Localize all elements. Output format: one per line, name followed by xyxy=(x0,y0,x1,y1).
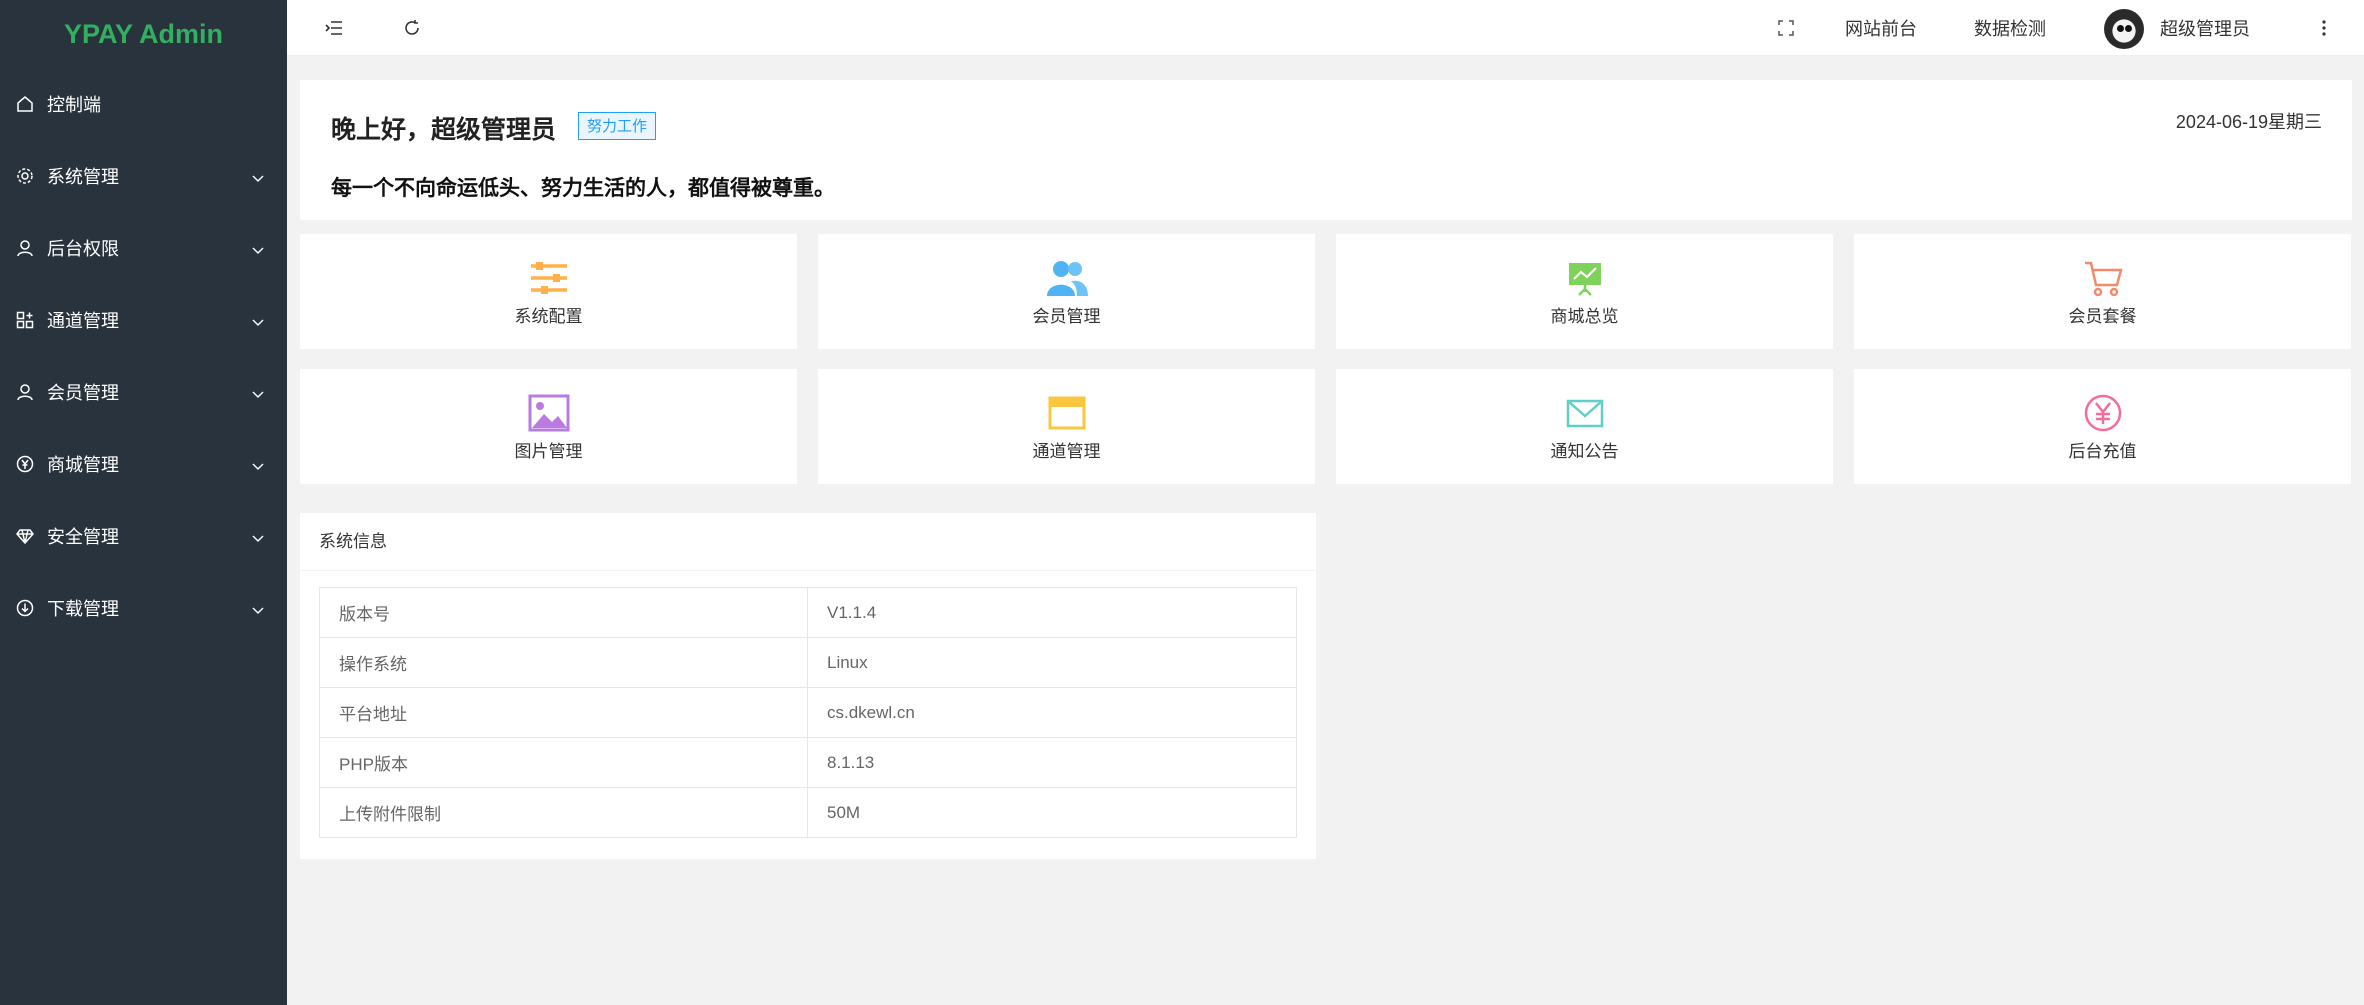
welcome-card: 晚上好，超级管理员 努力工作 2024-06-19星期三 每一个不向命运低头、努… xyxy=(300,80,2352,220)
user-icon xyxy=(16,383,34,401)
diamond-icon xyxy=(16,527,34,545)
info-key: 平台地址 xyxy=(319,687,808,738)
quick-link-label: 图片管理 xyxy=(514,442,583,462)
info-key: 上传附件限制 xyxy=(319,787,808,838)
sliders-icon xyxy=(527,260,571,296)
quick-link-label: 会员管理 xyxy=(1032,307,1101,327)
quick-link-channels[interactable]: 通道管理 xyxy=(818,369,1315,484)
sidebar-menu: 控制端 系统管理 后台权限 通道管理 会员管理 商城管理 安全管理 下载管理 xyxy=(0,68,287,644)
quick-link-label: 商城总览 xyxy=(1550,307,1619,327)
user-icon xyxy=(16,239,34,257)
refresh-button[interactable] xyxy=(397,0,427,56)
table-row: 版本号 V1.1.4 xyxy=(319,587,1297,638)
quick-link-label: 会员套餐 xyxy=(2068,307,2137,327)
app-logo[interactable]: YPAY Admin xyxy=(0,0,287,68)
sidebar-item-shop[interactable]: 商城管理 xyxy=(0,428,287,500)
yen-circle-icon xyxy=(16,455,34,473)
browser-window-icon xyxy=(1045,395,1089,431)
menu-collapse-button[interactable] xyxy=(319,0,349,56)
table-row: 平台地址 cs.dkewl.cn xyxy=(319,687,1297,738)
sidebar-item-label: 商城管理 xyxy=(47,455,119,476)
sidebar-item-permissions[interactable]: 后台权限 xyxy=(0,212,287,284)
data-check-link[interactable]: 数据检测 xyxy=(1974,0,2046,56)
cart-icon xyxy=(2081,260,2125,297)
download-circle-icon xyxy=(16,599,34,617)
chevron-down-icon xyxy=(251,313,265,327)
greeting-text: 晚上好，超级管理员 xyxy=(331,115,557,144)
sidebar-item-downloads[interactable]: 下载管理 xyxy=(0,572,287,644)
quick-link-recharge[interactable]: 后台充值 xyxy=(1854,369,2351,484)
avatar[interactable] xyxy=(2104,9,2144,49)
status-badge: 努力工作 xyxy=(578,112,657,140)
sidebar-item-label: 通道管理 xyxy=(47,311,119,332)
quick-link-label: 通知公告 xyxy=(1550,442,1619,462)
sidebar-item-members[interactable]: 会员管理 xyxy=(0,356,287,428)
chevron-down-icon xyxy=(251,529,265,543)
sidebar-item-channels[interactable]: 通道管理 xyxy=(0,284,287,356)
info-value: 50M xyxy=(807,787,1297,838)
quick-link-system-config[interactable]: 系统配置 xyxy=(300,234,797,349)
sidebar-item-label: 会员管理 xyxy=(47,383,119,404)
panel-title: 系统信息 xyxy=(300,513,1316,571)
yen-circle-icon xyxy=(2081,394,2125,432)
quick-link-shop-overview[interactable]: 商城总览 xyxy=(1336,234,1833,349)
gear-icon xyxy=(16,167,34,185)
info-value: cs.dkewl.cn xyxy=(807,687,1297,738)
sidebar-item-label: 系统管理 xyxy=(47,167,119,188)
frontend-link[interactable]: 网站前台 xyxy=(1845,0,1917,56)
chevron-down-icon xyxy=(251,385,265,399)
indent-icon xyxy=(325,21,342,35)
sidebar-item-label: 后台权限 xyxy=(47,239,119,260)
mail-icon xyxy=(1563,395,1607,431)
info-key: 版本号 xyxy=(319,587,808,638)
apps-icon xyxy=(16,311,34,329)
sidebar-item-label: 控制端 xyxy=(47,95,101,116)
chevron-down-icon xyxy=(251,457,265,471)
sidebar-item-label: 下载管理 xyxy=(47,599,119,620)
system-info-table: 版本号 V1.1.4 操作系统 Linux 平台地址 cs.dkewl.cn P… xyxy=(319,587,1297,838)
user-menu-name[interactable]: 超级管理员 xyxy=(2160,0,2250,56)
chevron-down-icon xyxy=(251,601,265,615)
quick-link-member-plans[interactable]: 会员套餐 xyxy=(1854,234,2351,349)
presentation-icon xyxy=(1563,260,1607,296)
sidebar-item-security[interactable]: 安全管理 xyxy=(0,500,287,572)
table-row: PHP版本 8.1.13 xyxy=(319,737,1297,788)
quick-link-members[interactable]: 会员管理 xyxy=(818,234,1315,349)
chevron-down-icon xyxy=(251,169,265,183)
more-button[interactable] xyxy=(2309,0,2339,56)
quick-link-notices[interactable]: 通知公告 xyxy=(1336,369,1833,484)
table-row: 上传附件限制 50M xyxy=(319,787,1297,838)
current-date: 2024-06-19星期三 xyxy=(2175,112,2322,132)
quick-link-label: 通道管理 xyxy=(1032,442,1101,462)
fullscreen-button[interactable] xyxy=(1771,0,1801,56)
fullscreen-icon xyxy=(1778,20,1794,36)
info-value: 8.1.13 xyxy=(807,737,1297,788)
sidebar: YPAY Admin 控制端 系统管理 后台权限 通道管理 会员管理 商城管理 … xyxy=(0,0,287,1005)
info-key: 操作系统 xyxy=(319,637,808,688)
sidebar-item-label: 安全管理 xyxy=(47,527,119,548)
users-icon xyxy=(1045,260,1089,296)
quick-link-images[interactable]: 图片管理 xyxy=(300,369,797,484)
system-info-panel: 系统信息 版本号 V1.1.4 操作系统 Linux 平台地址 cs.dkewl… xyxy=(300,513,1316,859)
top-header: 网站前台 数据检测 超级管理员 xyxy=(287,0,2364,56)
info-value: V1.1.4 xyxy=(807,587,1297,638)
motto-text: 每一个不向命运低头、努力生活的人，都值得被尊重。 xyxy=(331,176,835,200)
quick-link-label: 系统配置 xyxy=(514,307,583,327)
image-icon xyxy=(527,394,571,432)
sidebar-item-dashboard[interactable]: 控制端 xyxy=(0,68,287,140)
info-key: PHP版本 xyxy=(319,737,808,788)
chevron-down-icon xyxy=(251,241,265,255)
quick-link-label: 后台充值 xyxy=(2068,442,2137,462)
sidebar-item-system[interactable]: 系统管理 xyxy=(0,140,287,212)
home-icon xyxy=(16,95,34,113)
more-vertical-icon xyxy=(2322,20,2326,36)
refresh-icon xyxy=(405,20,419,35)
table-row: 操作系统 Linux xyxy=(319,637,1297,688)
info-value: Linux xyxy=(807,637,1297,688)
